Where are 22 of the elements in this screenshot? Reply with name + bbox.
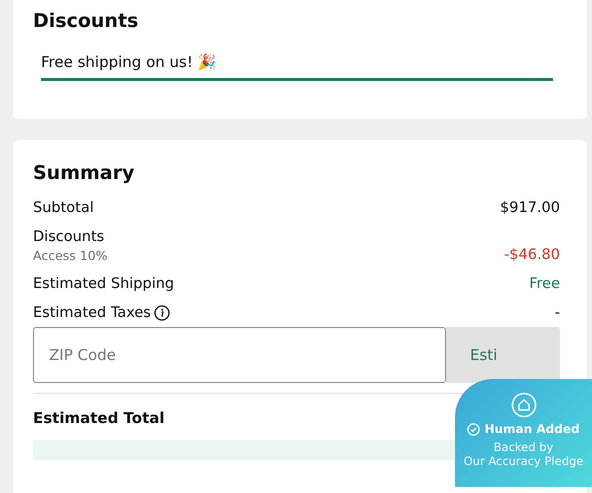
info-icon[interactable] (154, 305, 170, 321)
estimate-button[interactable]: Esti (446, 327, 560, 383)
house-icon (510, 392, 536, 418)
badge-text: Backed by (494, 440, 554, 454)
row-label: Subtotal (33, 200, 94, 216)
section-title: Summary (33, 161, 136, 186)
total-label: Estimated Total (33, 409, 165, 427)
section-title: Discounts (33, 9, 140, 34)
row-label: Estimated Taxes (33, 305, 151, 321)
row-label: Estimated Shipping (33, 276, 174, 292)
row-value: $917.00 (500, 200, 560, 216)
row-value: - (554, 305, 560, 321)
promo-message: Free shipping on us! 🎉 (41, 53, 553, 81)
badge-text: Our Accuracy Pledge (464, 454, 584, 468)
row-label: Discounts (33, 229, 104, 245)
badge-title: Human Added (484, 422, 580, 436)
zip-code-field[interactable]: ZIP Code (33, 327, 446, 383)
row-value: Free (529, 276, 560, 292)
accuracy-badge[interactable]: Human Added Backed by Our Accuracy Pledge (455, 379, 592, 487)
check-icon (467, 422, 480, 436)
row-value: -$46.80 (504, 247, 560, 263)
discount-note: Access 10% (33, 248, 108, 263)
